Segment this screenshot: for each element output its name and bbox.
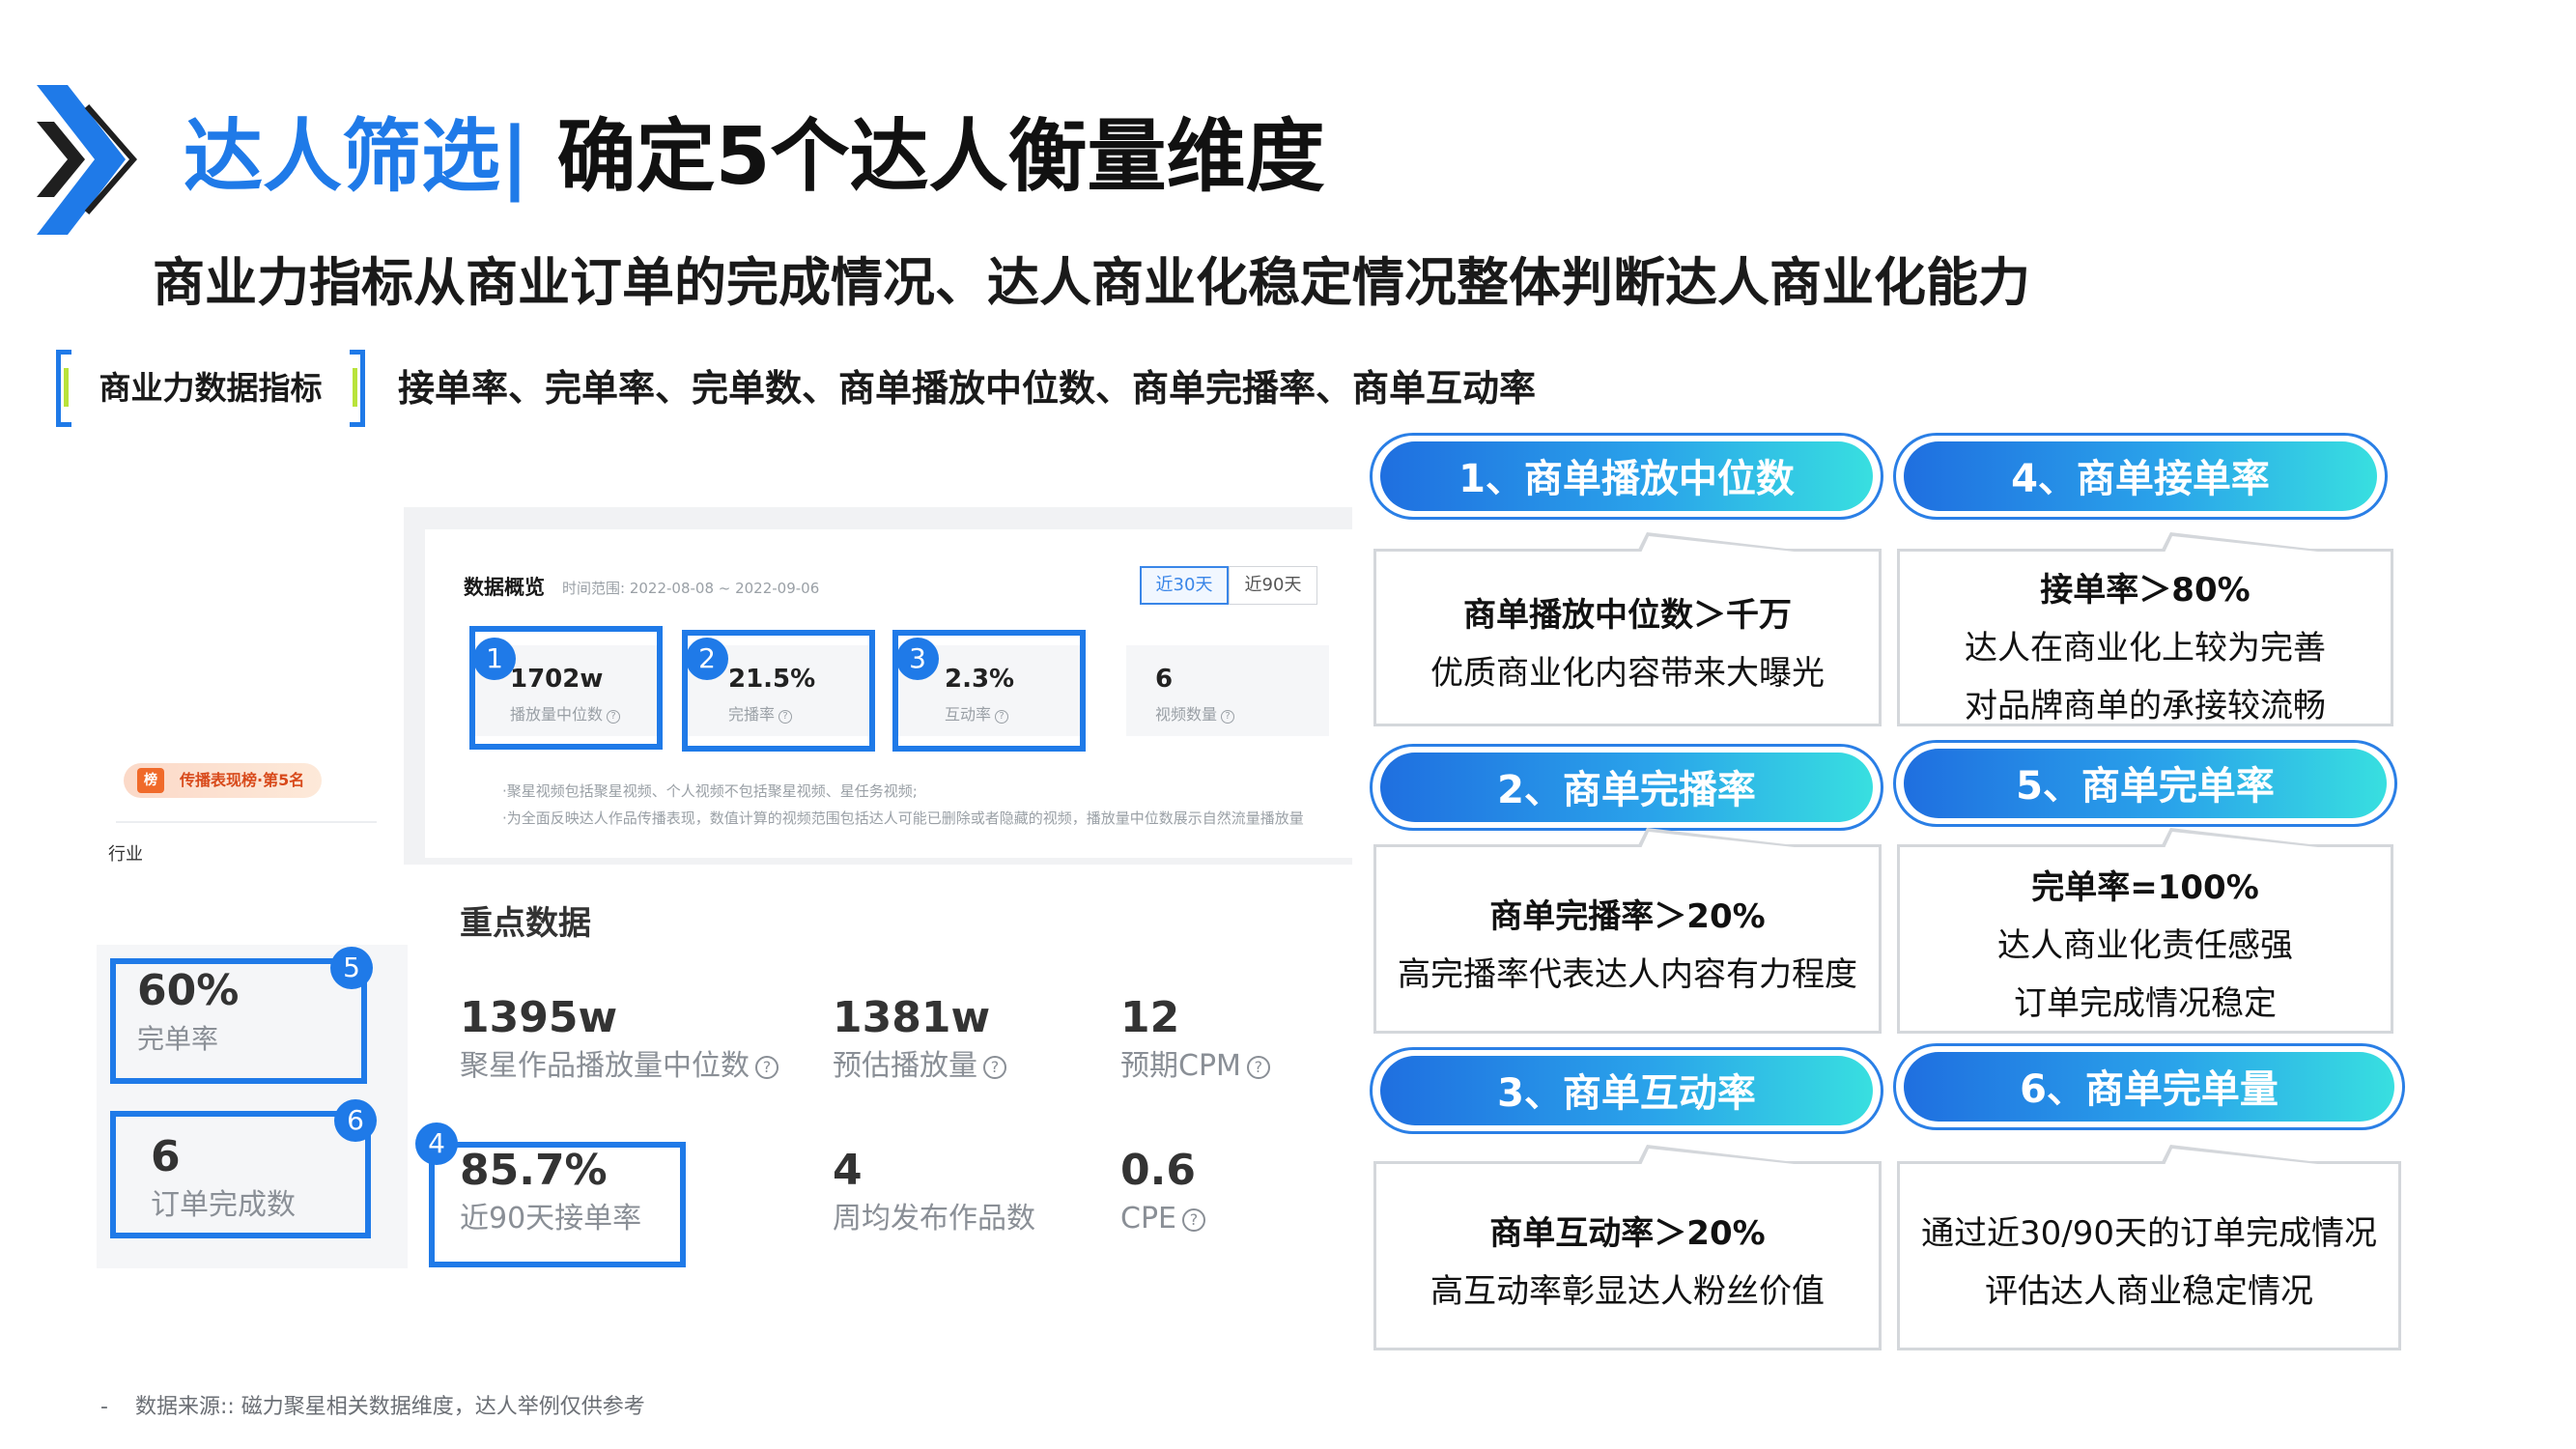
help-icon[interactable]: ? bbox=[1221, 710, 1235, 724]
callout-arrow bbox=[2161, 532, 2335, 553]
divider bbox=[116, 821, 377, 823]
dimension-desc: 高互动率彰显达人粉丝价值 bbox=[1430, 1272, 1825, 1311]
callout-arrow bbox=[1637, 1145, 1811, 1165]
industry-label: 行业 bbox=[108, 844, 143, 865]
number-badge: 3 bbox=[896, 638, 939, 680]
stat-value: 4 bbox=[833, 1146, 863, 1195]
dimension-criterion: 商单完播率＞20% bbox=[1489, 897, 1766, 936]
help-icon[interactable]: ? bbox=[983, 1056, 1006, 1079]
dimension-desc: 达人在商业化上较为完善 bbox=[1965, 629, 2326, 668]
stat-label: 周均发布作品数 bbox=[833, 1202, 1035, 1236]
metric-tag-label: 商业力数据指标 bbox=[99, 369, 323, 407]
stat-item: 1381w 预估播放量? bbox=[833, 991, 1006, 1088]
kpi-card: 6 视频数量? bbox=[1126, 645, 1329, 736]
dimension-header: 5、商单完单率 bbox=[1893, 740, 2397, 827]
dimension-header: 1、商单播放中位数 bbox=[1370, 433, 1883, 520]
callout-arrow bbox=[1637, 828, 1811, 848]
title-accent: 达人筛选| bbox=[184, 111, 529, 203]
overview-range: 时间范围: 2022-08-08 ~ 2022-09-06 bbox=[562, 580, 820, 597]
help-icon[interactable]: ? bbox=[1182, 1208, 1205, 1232]
page-subtitle: 商业力指标从商业订单的完成情况、达人商业化稳定情况整体判断达人商业化能力 bbox=[153, 252, 2030, 313]
metric-list: 接单率、完单率、完单数、商单播放中位数、商单完播率、商单互动率 bbox=[398, 367, 1537, 410]
highlight-box bbox=[110, 1111, 371, 1238]
stat-value: 1381w bbox=[833, 993, 991, 1042]
dimension-desc: 对品牌商单的承接较流畅 bbox=[1965, 687, 2326, 725]
dimension-title: 2、商单完播率 bbox=[1380, 753, 1873, 822]
metric-tag: 商业力数据指标 bbox=[56, 350, 365, 427]
overview-title: 数据概览 bbox=[464, 576, 545, 599]
kpi-value: 6 bbox=[1155, 665, 1174, 694]
dimension-card: 商单完播率＞20% 高完播率代表达人内容有力程度 bbox=[1373, 828, 1882, 1034]
number-badge: 6 bbox=[334, 1099, 377, 1142]
stat-item: 12 预期CPM? bbox=[1120, 991, 1270, 1088]
number-badge: 5 bbox=[330, 947, 373, 989]
stat-label: 聚星作品播放量中位数? bbox=[460, 1045, 778, 1088]
callout-arrow bbox=[2161, 828, 2335, 848]
crown-icon: 榜 bbox=[137, 768, 164, 793]
number-badge: 1 bbox=[473, 638, 516, 680]
dimension-header: 2、商单完播率 bbox=[1370, 744, 1883, 831]
number-badge: 4 bbox=[415, 1122, 458, 1165]
dimension-criterion: 完单率=100% bbox=[2031, 868, 2259, 907]
dimension-desc: 订单完成情况稳定 bbox=[2014, 984, 2277, 1023]
dimension-card: 完单率=100% 达人商业化责任感强 订单完成情况稳定 bbox=[1897, 828, 2393, 1034]
dimension-desc: 通过近30/90天的订单完成情况 bbox=[1921, 1214, 2377, 1253]
dimension-title: 5、商单完单率 bbox=[1904, 749, 2387, 818]
help-icon[interactable]: ? bbox=[1246, 1056, 1270, 1079]
dimension-card: 商单播放中位数＞千万 优质商业化内容带来大曝光 bbox=[1373, 532, 1882, 726]
stat-item: 1395w 聚星作品播放量中位数? bbox=[460, 991, 778, 1088]
stat-value: 0.6 bbox=[1120, 1146, 1196, 1195]
key-data-title: 重点数据 bbox=[460, 904, 591, 943]
dimension-criterion: 商单播放中位数＞千万 bbox=[1463, 596, 1792, 635]
panel-note: ·为全面反映达人作品传播表现，数值计算的视频范围包括达人可能已删除或者隐藏的视频… bbox=[502, 810, 1304, 827]
rank-badge: 榜传播表现榜·第5名 bbox=[124, 763, 322, 798]
stat-label: 预估播放量? bbox=[833, 1045, 1006, 1088]
dimension-title: 3、商单互动率 bbox=[1380, 1056, 1873, 1125]
dimension-header: 3、商单互动率 bbox=[1370, 1047, 1883, 1134]
page-title: 达人筛选| 确定5个达人衡量维度 bbox=[184, 104, 1325, 211]
number-badge: 2 bbox=[686, 638, 728, 680]
dimension-title: 6、商单完单量 bbox=[1904, 1052, 2394, 1122]
kpi-label: 视频数量? bbox=[1155, 701, 1235, 724]
stat-label: CPE? bbox=[1120, 1198, 1205, 1240]
help-icon[interactable]: ? bbox=[755, 1056, 778, 1079]
source-note: - 数据来源:: 磁力聚星相关数据维度，达人举例仅供参考 bbox=[100, 1395, 645, 1419]
stat-value: 1395w bbox=[460, 993, 618, 1042]
dimension-desc: 评估达人商业稳定情况 bbox=[1985, 1272, 2313, 1311]
dimension-criterion: 商单互动率＞20% bbox=[1489, 1214, 1766, 1253]
highlight-box bbox=[110, 958, 367, 1084]
highlight-box bbox=[429, 1142, 686, 1267]
title-main-text: 确定5个达人衡量维度 bbox=[528, 111, 1325, 203]
double-chevron-logo-icon bbox=[37, 85, 137, 235]
panel-note: ·聚星视频包括聚星视频、个人视频不包括聚星视频、星任务视频; bbox=[502, 782, 918, 800]
dimension-header: 4、商单接单率 bbox=[1893, 433, 2388, 520]
dimension-card: 通过近30/90天的订单完成情况 评估达人商业稳定情况 bbox=[1897, 1145, 2401, 1350]
callout-arrow bbox=[1637, 532, 1811, 553]
tab-30-days[interactable]: 近30天 bbox=[1140, 566, 1229, 605]
dimension-header: 6、商单完单量 bbox=[1893, 1043, 2405, 1130]
dimension-title: 1、商单播放中位数 bbox=[1380, 441, 1873, 511]
stat-item: 0.6 CPE? bbox=[1120, 1144, 1205, 1240]
callout-arrow bbox=[2161, 1145, 2335, 1165]
dimension-desc: 高完播率代表达人内容有力程度 bbox=[1398, 955, 1857, 994]
dimension-card: 接单率＞80% 达人在商业化上较为完善 对品牌商单的承接较流畅 bbox=[1897, 532, 2393, 726]
dimension-desc: 优质商业化内容带来大曝光 bbox=[1430, 654, 1825, 693]
dimension-desc: 达人商业化责任感强 bbox=[1997, 926, 2293, 965]
stat-value: 12 bbox=[1120, 993, 1180, 1042]
tab-90-days[interactable]: 近90天 bbox=[1229, 566, 1317, 605]
dimension-criterion: 接单率＞80% bbox=[2040, 571, 2250, 610]
dimension-card: 商单互动率＞20% 高互动率彰显达人粉丝价值 bbox=[1373, 1145, 1882, 1350]
stat-label: 预期CPM? bbox=[1120, 1045, 1270, 1088]
dimension-title: 4、商单接单率 bbox=[1904, 441, 2377, 511]
stat-item: 4 周均发布作品数 bbox=[833, 1144, 1035, 1240]
